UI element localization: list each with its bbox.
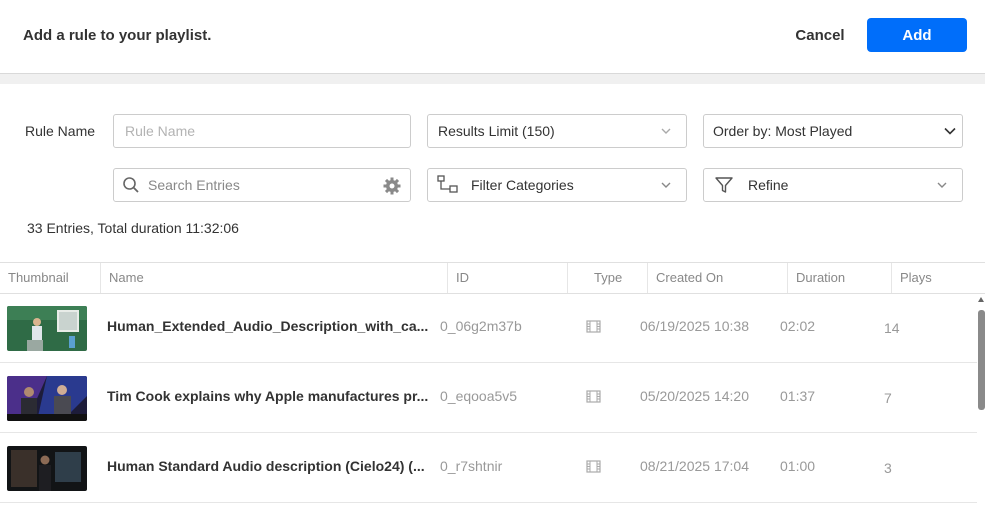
video-icon [586, 460, 601, 478]
dialog-header: Add a rule to your playlist. Cancel Add [0, 0, 985, 74]
chevron-down-icon [937, 182, 947, 188]
entry-created-on: 08/21/2025 17:04 [640, 458, 749, 474]
entry-created-on: 05/20/2025 14:20 [640, 388, 749, 404]
cancel-button[interactable]: Cancel [782, 18, 858, 52]
entry-id: 0_r7shtnir [440, 458, 503, 474]
thumbnail-image [7, 306, 87, 351]
table-row[interactable]: Human Standard Audio description (Cielo2… [0, 433, 977, 503]
search-entries-field[interactable] [113, 168, 411, 202]
column-header-duration[interactable]: Duration [787, 263, 891, 293]
table-row[interactable]: Human_Extended_Audio_Description_with_ca… [0, 293, 977, 363]
order-by-value: Order by: Most Played [713, 123, 853, 139]
filter-categories-select[interactable]: Filter Categories [427, 168, 687, 202]
filter-categories-label: Filter Categories [471, 177, 574, 193]
dialog-title: Add a rule to your playlist. [23, 27, 212, 44]
column-header-type[interactable]: Type [567, 263, 647, 293]
rule-name-input[interactable] [113, 114, 411, 148]
entry-id: 0_eqooa5v5 [440, 388, 518, 404]
order-by-select[interactable]: Order by: Most Played [703, 114, 963, 148]
column-header-thumbnail: Thumbnail [8, 270, 69, 285]
entry-name: Human Standard Audio description (Cielo2… [107, 458, 425, 474]
add-button[interactable]: Add [867, 18, 967, 52]
refine-select[interactable]: Refine [703, 168, 963, 202]
column-header-plays[interactable]: Plays [891, 263, 977, 293]
entry-plays: 3 [884, 460, 892, 476]
column-header-created-on[interactable]: Created On [647, 263, 787, 293]
video-icon [586, 390, 601, 408]
entry-plays: 7 [884, 390, 892, 406]
search-input[interactable] [148, 170, 368, 200]
results-limit-select[interactable]: Results Limit (150) [427, 114, 687, 148]
scroll-up-arrow-icon[interactable] [977, 296, 985, 304]
table-row[interactable]: Tim Cook explains why Apple manufactures… [0, 363, 977, 433]
entry-name: Tim Cook explains why Apple manufactures… [107, 388, 429, 404]
column-header-name[interactable]: Name [100, 263, 447, 293]
results-limit-value: Results Limit (150) [438, 123, 555, 139]
entry-id: 0_06g2m37b [440, 318, 522, 334]
entry-duration: 02:02 [780, 318, 816, 334]
entry-duration: 01:37 [780, 388, 816, 404]
categories-icon [437, 175, 458, 193]
chevron-down-icon [944, 127, 956, 135]
scrollbar-thumb[interactable] [978, 310, 985, 410]
thumbnail-image [7, 446, 87, 491]
video-icon [586, 320, 601, 338]
entry-created-on: 06/19/2025 10:38 [640, 318, 749, 334]
rule-name-label: Rule Name [25, 123, 96, 139]
entry-plays: 14 [884, 320, 900, 336]
refine-label: Refine [748, 177, 789, 193]
search-icon [123, 177, 139, 193]
table-header: Thumbnail Name ID Type Created On Durati… [0, 262, 985, 294]
thumbnail-image [7, 376, 87, 421]
column-header-id[interactable]: ID [447, 263, 567, 293]
entry-duration: 01:00 [780, 458, 816, 474]
gear-icon[interactable] [383, 177, 401, 195]
entries-summary: 33 Entries, Total duration 11:32:06 [27, 220, 239, 236]
chevron-down-icon [661, 128, 671, 134]
entry-name: Human_Extended_Audio_Description_with_ca… [107, 318, 429, 334]
header-divider [0, 74, 985, 84]
chevron-down-icon [661, 182, 671, 188]
filter-icon [715, 177, 733, 193]
